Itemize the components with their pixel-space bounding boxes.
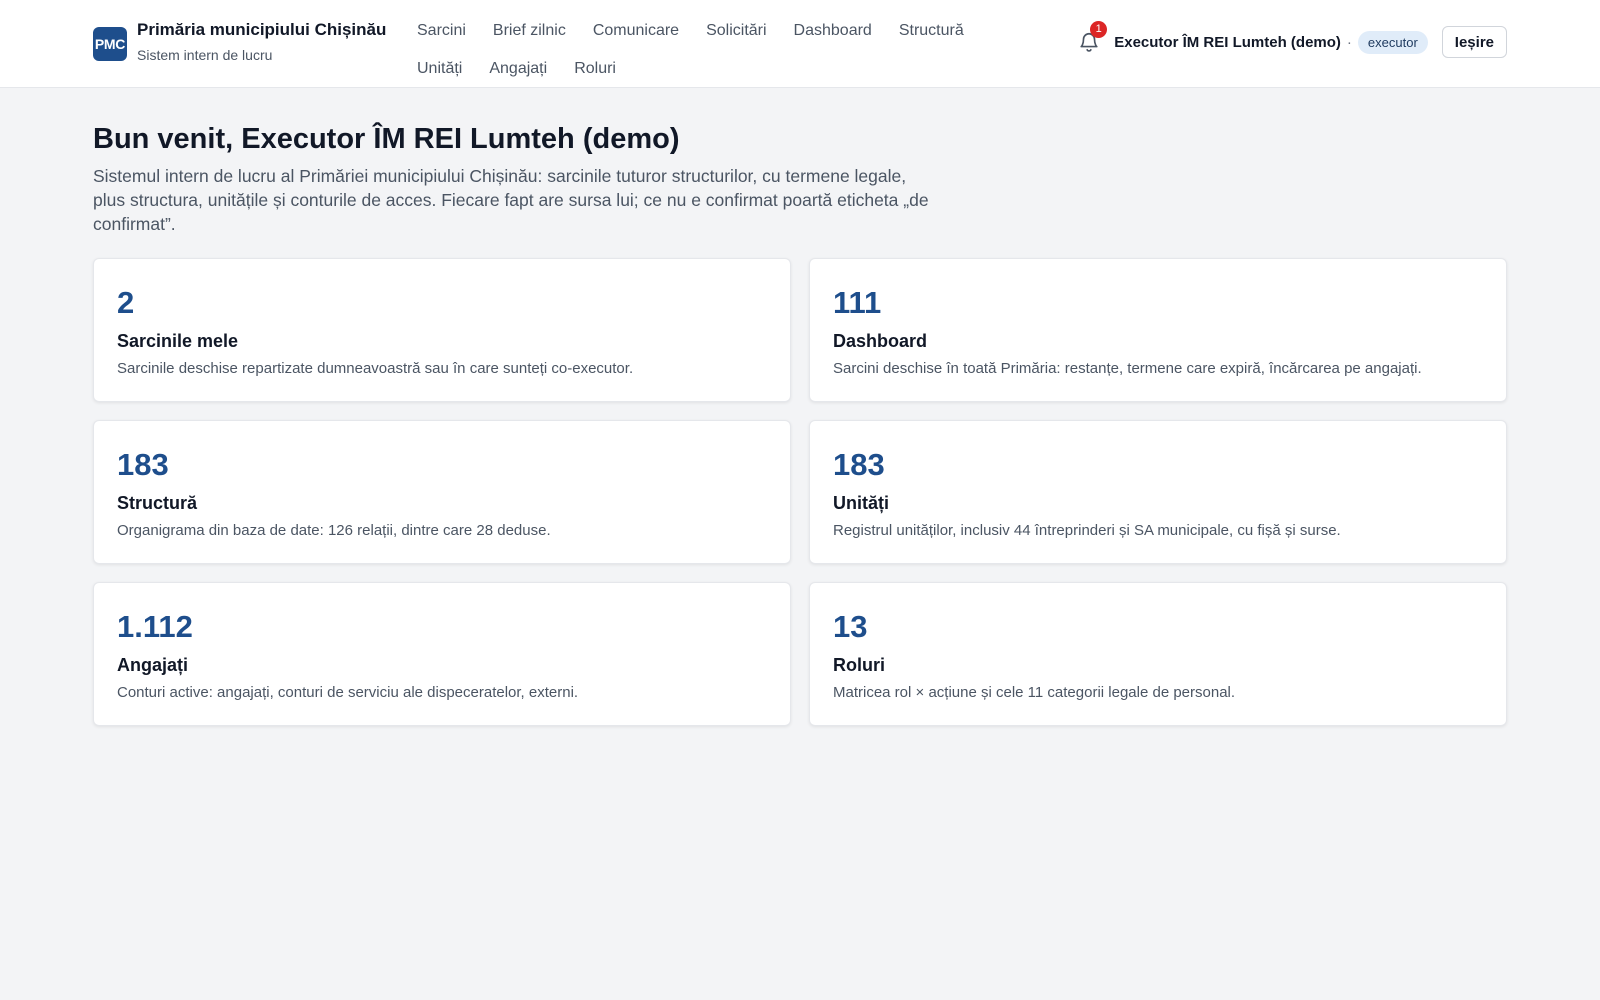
card-description: Registrul unităților, inclusiv 44 întrep… <box>833 522 1341 539</box>
card-value: 111 <box>833 285 882 320</box>
card-unitati[interactable]: 183 Unități Registrul unităților, inclus… <box>809 420 1507 564</box>
card-title: Unități <box>833 493 889 513</box>
intro-text: Sistemul intern de lucru al Primăriei mu… <box>93 166 929 234</box>
card-description: Organigrama din baza de date: 126 relați… <box>117 522 551 539</box>
brand[interactable]: PMC Primăria municipiului Chișinău Siste… <box>93 18 386 65</box>
brand-subtitle: Sistem intern de lucru <box>137 47 273 63</box>
card-title: Structură <box>117 493 198 513</box>
card-description: Sarcini deschise în toată Primăria: rest… <box>833 360 1422 377</box>
nav-sarcini[interactable]: Sarcini <box>417 22 466 40</box>
card-value: 183 <box>117 447 169 482</box>
notifications-button[interactable]: 1 <box>1078 21 1108 53</box>
notification-count-badge: 1 <box>1090 21 1108 38</box>
card-sarcinile-mele[interactable]: 2 Sarcinile mele Sarcinile deschise repa… <box>93 258 791 402</box>
cards-grid: 2 Sarcinile mele Sarcinile deschise repa… <box>93 258 1507 726</box>
card-angajati[interactable]: 1.112 Angajați Conturi active: angajați,… <box>93 582 791 726</box>
page-title: Bun venit, Executor ÎM REI Lumteh (demo) <box>93 123 680 155</box>
user-name: Executor ÎM REI Lumteh (demo) <box>1114 33 1341 51</box>
nav-structura[interactable]: Structură <box>899 22 964 40</box>
role-badge: executor <box>1357 30 1428 54</box>
card-title: Dashboard <box>833 331 928 351</box>
separator-dot: · <box>1346 33 1352 51</box>
card-title: Roluri <box>833 655 885 675</box>
card-value: 2 <box>117 285 135 320</box>
nav-angajati[interactable]: Angajați <box>489 60 547 78</box>
card-title: Sarcinile mele <box>117 331 239 351</box>
card-dashboard[interactable]: 111 Dashboard Sarcini deschise în toată … <box>809 258 1507 402</box>
card-structura[interactable]: 183 Structură Organigrama din baza de da… <box>93 420 791 564</box>
nav-roluri[interactable]: Roluri <box>574 60 616 78</box>
nav-solicitari[interactable]: Solicitări <box>706 22 766 40</box>
brand-title: Primăria municipiului Chișinău <box>137 20 387 39</box>
nav-comunicare[interactable]: Comunicare <box>593 22 679 40</box>
user-bar: 1 Executor ÎM REI Lumteh (demo) · execut… <box>1078 21 1507 58</box>
card-description: Sarcinile deschise repartizate dumneavoa… <box>117 360 634 377</box>
nav-dashboard[interactable]: Dashboard <box>794 22 872 40</box>
card-title: Angajați <box>117 655 189 675</box>
nav-unitati[interactable]: Unități <box>417 60 462 78</box>
card-value: 13 <box>833 609 868 644</box>
main-content: Bun venit, Executor ÎM REI Lumteh (demo)… <box>93 118 1507 726</box>
nav-brief-zilnic[interactable]: Brief zilnic <box>493 22 566 40</box>
card-roluri[interactable]: 13 Roluri Matricea rol × acțiune și cele… <box>809 582 1507 726</box>
card-description: Matricea rol × acțiune și cele 11 catego… <box>833 684 1236 701</box>
pmc-logo: PMC <box>93 27 127 61</box>
top-header: PMC Primăria municipiului Chișinău Siste… <box>0 0 1600 88</box>
card-description: Conturi active: angajați, conturi de ser… <box>117 684 579 701</box>
main-nav: Sarcini Brief zilnic Comunicare Solicită… <box>417 12 1017 88</box>
card-value: 183 <box>833 447 885 482</box>
logout-button[interactable]: Ieșire <box>1441 26 1507 58</box>
card-value: 1.112 <box>117 609 193 644</box>
